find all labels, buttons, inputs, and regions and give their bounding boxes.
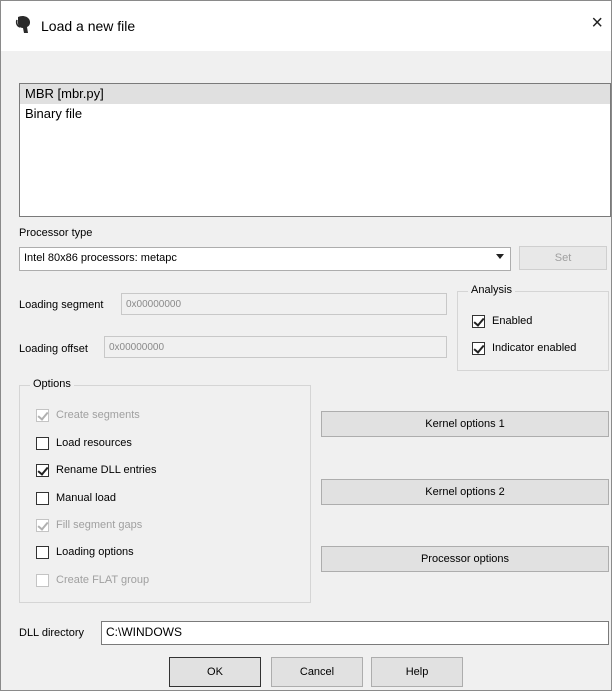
loading-offset-label: Loading offset	[19, 343, 88, 355]
check-icon	[473, 315, 485, 327]
cancel-button[interactable]: Cancel	[271, 657, 363, 687]
kernel-options-1-button[interactable]: Kernel options 1	[321, 411, 609, 437]
indicator-enabled-label: Indicator enabled	[492, 342, 577, 354]
dll-directory-field[interactable]: C:\WINDOWS	[101, 621, 609, 645]
manual-load-label: Manual load	[56, 492, 116, 504]
load-resources-checkbox[interactable]: Load resources	[36, 437, 296, 453]
dialog-title: Load a new file	[41, 18, 136, 34]
loading-segment-label: Loading segment	[19, 299, 104, 311]
loading-segment-field[interactable]: 0x00000000	[121, 293, 447, 315]
enabled-checkbox[interactable]: Enabled	[472, 315, 602, 331]
title-bar: Load a new file ×	[1, 1, 611, 51]
manual-load-checkbox[interactable]: Manual load	[36, 492, 296, 508]
analysis-group: Analysis Enabled Indicator enabled	[457, 284, 609, 371]
create-flat-group-label: Create FLAT group	[56, 574, 150, 586]
create-segments-label: Create segments	[56, 409, 140, 421]
indicator-enabled-checkbox[interactable]: Indicator enabled	[472, 342, 602, 358]
loading-options-label: Loading options	[56, 546, 134, 558]
checkbox-manual-load[interactable]	[36, 492, 49, 505]
check-icon	[473, 342, 485, 354]
loader-item-mbr[interactable]: MBR [mbr.py]	[20, 84, 610, 104]
options-group: Options Create segments Load resources R…	[19, 378, 311, 603]
close-icon[interactable]: ×	[591, 13, 603, 33]
ok-button[interactable]: OK	[169, 657, 261, 687]
check-icon	[37, 519, 49, 531]
loader-item-binary[interactable]: Binary file	[20, 104, 610, 124]
checkbox-enabled[interactable]	[472, 315, 485, 328]
loading-offset-field[interactable]: 0x00000000	[104, 336, 447, 358]
check-icon	[37, 464, 49, 476]
kernel-options-2-button[interactable]: Kernel options 2	[321, 479, 609, 505]
checkbox-rename-dll-entries[interactable]	[36, 464, 49, 477]
loader-list[interactable]: MBR [mbr.py] Binary file	[19, 83, 611, 217]
load-file-dialog: Load a new file × MBR [mbr.py] Binary fi…	[0, 0, 612, 691]
checkbox-indicator-enabled[interactable]	[472, 342, 485, 355]
ida-icon	[15, 15, 31, 34]
fill-segment-gaps-checkbox[interactable]: Fill segment gaps	[36, 519, 296, 535]
checkbox-fill-segment-gaps[interactable]	[36, 519, 49, 532]
loading-options-checkbox[interactable]: Loading options	[36, 546, 296, 562]
checkbox-loading-options[interactable]	[36, 546, 49, 559]
help-button[interactable]: Help	[371, 657, 463, 687]
load-resources-label: Load resources	[56, 437, 132, 449]
checkbox-create-flat-group[interactable]	[36, 574, 49, 587]
enabled-label: Enabled	[492, 315, 533, 327]
options-title: Options	[30, 378, 74, 390]
rename-dll-entries-checkbox[interactable]: Rename DLL entries	[36, 464, 296, 480]
create-segments-checkbox[interactable]: Create segments	[36, 409, 296, 425]
processor-options-button[interactable]: Processor options	[321, 546, 609, 572]
checkbox-load-resources[interactable]	[36, 437, 49, 450]
processor-type-value: Intel 80x86 processors: metapc	[24, 252, 177, 264]
checkbox-create-segments[interactable]	[36, 409, 49, 422]
check-icon	[37, 409, 49, 421]
fill-segment-gaps-label: Fill segment gaps	[56, 519, 143, 531]
processor-type-select[interactable]: Intel 80x86 processors: metapc	[19, 247, 511, 271]
analysis-title: Analysis	[468, 284, 515, 296]
rename-dll-entries-label: Rename DLL entries	[56, 464, 157, 476]
create-flat-group-checkbox[interactable]: Create FLAT group	[36, 574, 296, 590]
dll-directory-label: DLL directory	[19, 627, 85, 639]
processor-type-label: Processor type	[19, 227, 93, 239]
set-button[interactable]: Set	[519, 246, 607, 270]
chevron-down-icon	[496, 254, 504, 259]
